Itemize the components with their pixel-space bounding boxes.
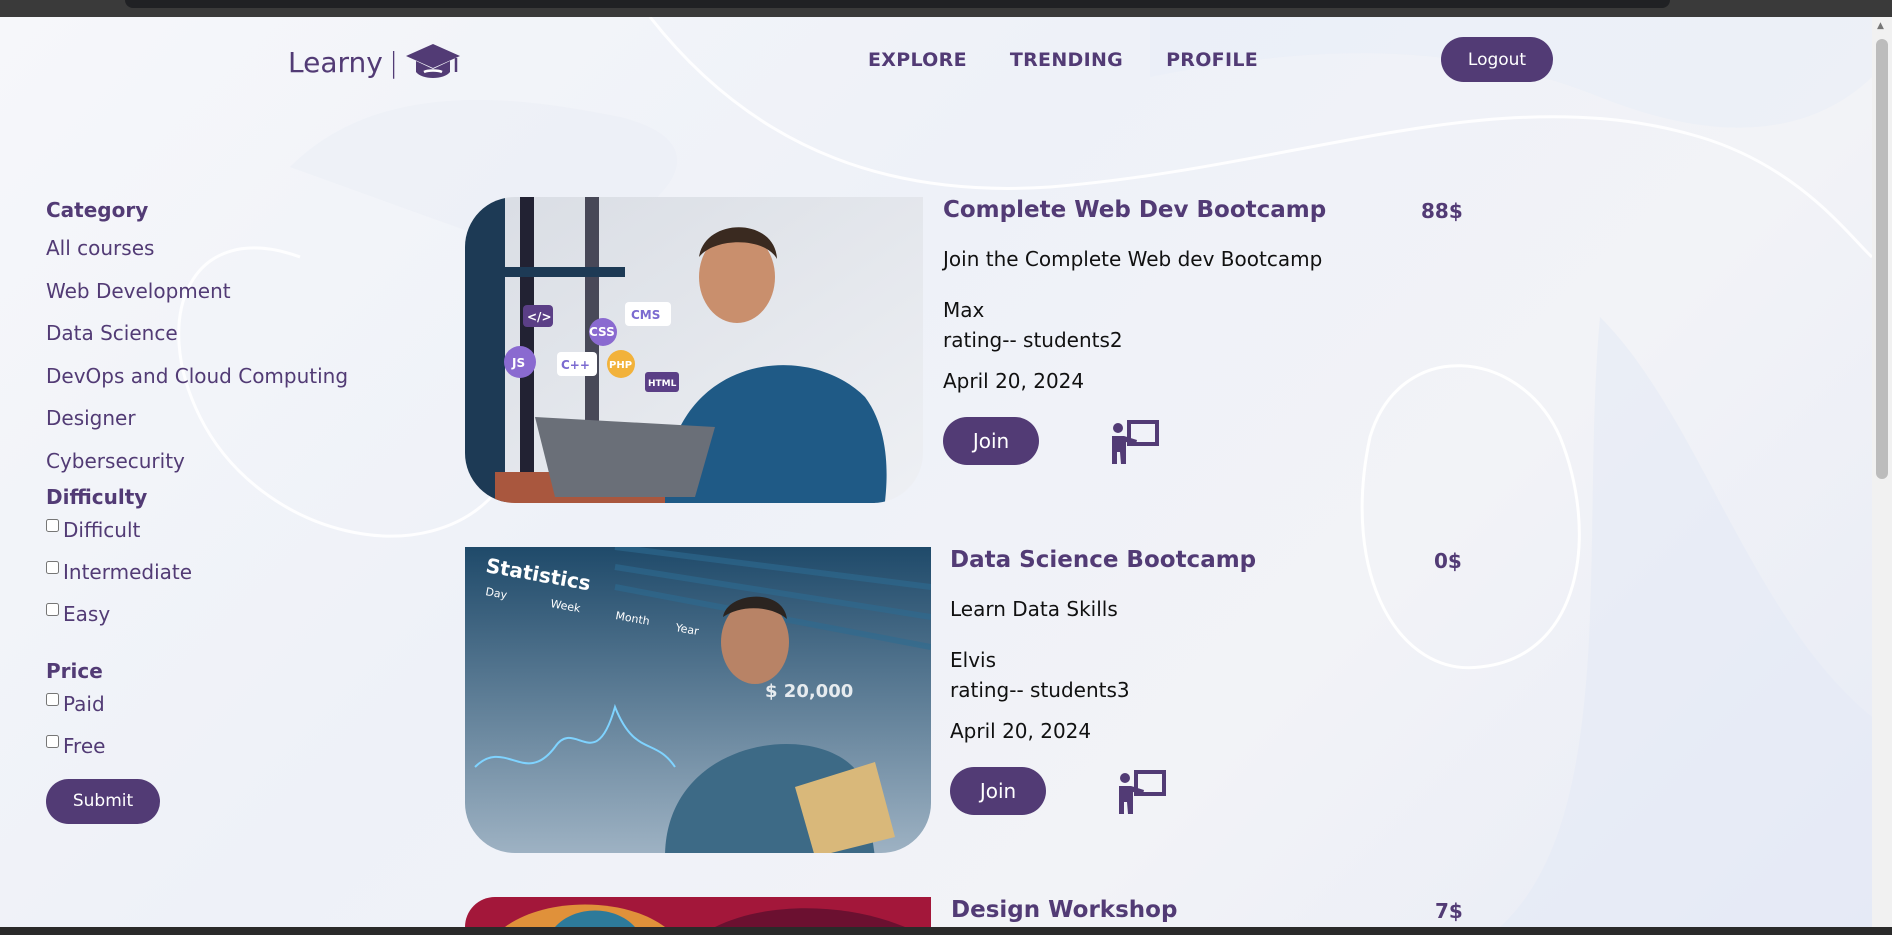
nav-profile[interactable]: PROFILE xyxy=(1166,49,1258,71)
free-checkbox[interactable] xyxy=(46,735,59,748)
difficulty-difficult[interactable]: Difficult xyxy=(46,509,376,551)
course-title[interactable]: Design Workshop xyxy=(951,897,1177,927)
course-meta: rating-- students2 xyxy=(943,328,1123,352)
intermediate-checkbox[interactable] xyxy=(46,561,59,574)
logo[interactable]: Learny | xyxy=(288,42,462,82)
price-free[interactable]: Free xyxy=(46,725,376,767)
paid-checkbox[interactable] xyxy=(46,693,59,706)
course-card: Statistics Day Week Month Year $ 20,000 … xyxy=(465,547,1485,857)
difficult-checkbox[interactable] xyxy=(46,519,59,532)
svg-text:PHP: PHP xyxy=(609,360,632,371)
submit-button[interactable]: Submit xyxy=(46,778,160,824)
course-description: Join the Complete Web dev Bootcamp xyxy=(943,247,1323,271)
course-info: Design Workshop xyxy=(951,897,1177,927)
category-devops-cloud[interactable]: DevOps and Cloud Computing xyxy=(46,364,376,407)
svg-text:CMS: CMS xyxy=(631,308,660,322)
instructor-board-icon[interactable] xyxy=(1116,768,1166,814)
filter-sidebar: Category All courses Web Development Dat… xyxy=(46,198,376,824)
course-description: Learn Data Skills xyxy=(950,597,1118,621)
price-paid[interactable]: Paid xyxy=(46,683,376,725)
join-button[interactable]: Join xyxy=(950,767,1046,815)
scroll-up-icon[interactable]: ▲ xyxy=(1877,21,1884,31)
page-scrollbar[interactable]: ▲ xyxy=(1872,17,1892,927)
instructor-board-icon[interactable] xyxy=(1109,418,1159,464)
course-meta: rating-- students3 xyxy=(950,678,1130,702)
nav-trending[interactable]: TRENDING xyxy=(1010,49,1123,71)
top-nav: Learny | EXPLORE TRENDING PROFILE Logout xyxy=(0,17,1872,107)
course-actions: Join xyxy=(950,767,1256,815)
course-card: </> CSS CMS JS C++ PHP HTML Complete Web… xyxy=(465,197,1485,507)
svg-text:CSS: CSS xyxy=(589,325,615,339)
main-nav: EXPLORE TRENDING PROFILE xyxy=(868,49,1258,71)
course-date: April 20, 2024 xyxy=(950,719,1092,743)
course-info: Complete Web Dev Bootcamp Join the Compl… xyxy=(943,197,1326,465)
course-thumbnail-web-dev[interactable]: </> CSS CMS JS C++ PHP HTML xyxy=(465,197,923,503)
logo-text: Learny xyxy=(288,45,383,79)
difficulty-easy[interactable]: Easy xyxy=(46,593,376,635)
join-button[interactable]: Join xyxy=(943,417,1039,465)
course-date: April 20, 2024 xyxy=(943,369,1085,393)
category-all-courses[interactable]: All courses xyxy=(46,236,376,279)
svg-text:HTML: HTML xyxy=(648,379,677,389)
category-heading: Category xyxy=(46,198,149,222)
course-info: Data Science Bootcamp Learn Data Skills … xyxy=(950,547,1256,815)
course-price: 0$ xyxy=(1434,549,1462,573)
course-author: Elvis xyxy=(950,648,997,672)
course-thumbnail-data-science[interactable]: Statistics Day Week Month Year $ 20,000 xyxy=(465,547,931,853)
course-author: Max xyxy=(943,298,985,322)
course-title[interactable]: Data Science Bootcamp xyxy=(950,547,1256,583)
price-heading: Price xyxy=(46,658,103,683)
svg-text:</>: </> xyxy=(527,310,552,324)
course-thumbnail-design[interactable] xyxy=(465,897,931,927)
course-price: 88$ xyxy=(1421,199,1463,223)
logo-separator: | xyxy=(388,45,399,79)
easy-checkbox[interactable] xyxy=(46,603,59,616)
browser-top-strip xyxy=(0,0,1892,17)
course-actions: Join xyxy=(943,417,1326,465)
svg-text:C++: C++ xyxy=(561,358,590,372)
course-card: Design Workshop 7$ xyxy=(465,897,1485,927)
course-price: 7$ xyxy=(1435,899,1463,923)
category-data-science[interactable]: Data Science xyxy=(46,321,376,364)
difficulty-heading: Difficulty xyxy=(46,484,148,509)
category-cybersecurity[interactable]: Cybersecurity xyxy=(46,449,376,485)
graduation-cap-icon xyxy=(406,44,461,78)
category-web-development[interactable]: Web Development xyxy=(46,279,376,322)
svg-text:$ 20,000: $ 20,000 xyxy=(765,681,853,702)
difficulty-intermediate[interactable]: Intermediate xyxy=(46,551,376,593)
scrollbar-thumb[interactable] xyxy=(1876,39,1888,479)
category-designer[interactable]: Designer xyxy=(46,406,376,449)
logout-button[interactable]: Logout xyxy=(1441,37,1553,82)
svg-text:JS: JS xyxy=(511,356,525,370)
nav-explore[interactable]: EXPLORE xyxy=(868,49,967,71)
browser-bottom-strip xyxy=(0,927,1892,935)
course-title[interactable]: Complete Web Dev Bootcamp xyxy=(943,197,1326,233)
